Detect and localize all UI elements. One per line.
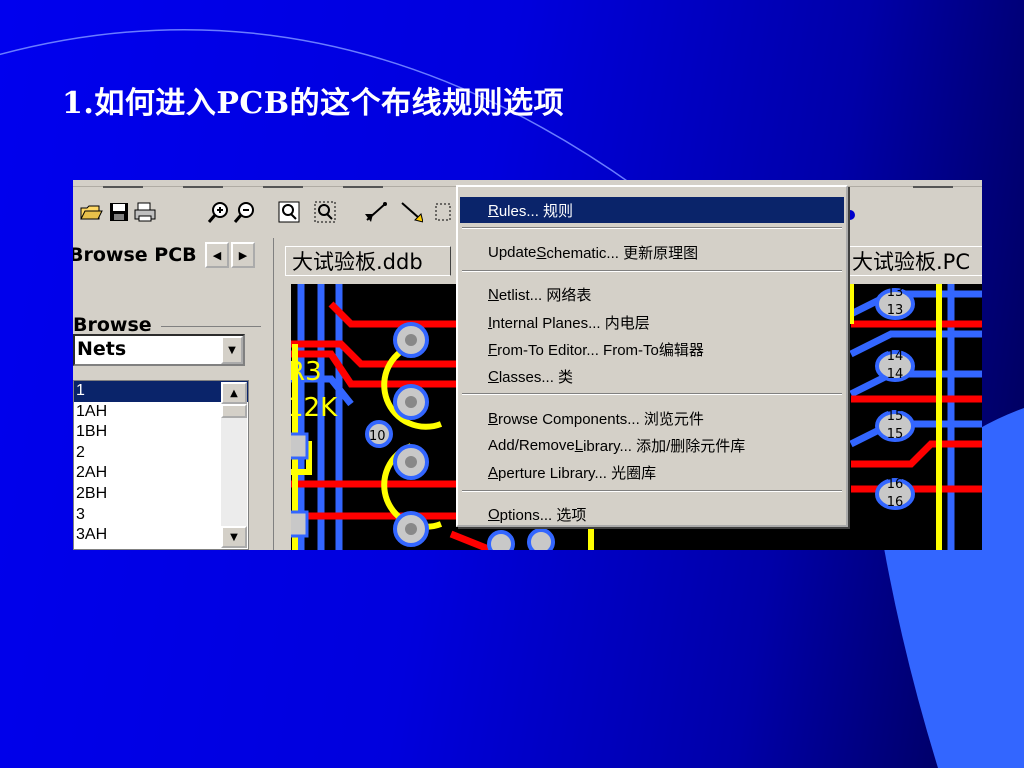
panel-prev-button[interactable]: ◀ — [205, 242, 229, 268]
scroll-up-icon[interactable]: ▲ — [221, 382, 247, 404]
browse-filter-select[interactable]: Nets ▼ — [73, 334, 245, 366]
pad-label-11: 11 — [616, 537, 633, 550]
slide-title: 1.如何进入PCB的这个布线规则选项 — [62, 86, 565, 121]
save-icon[interactable] — [107, 200, 131, 224]
menu-item-from-to-editor[interactable]: From-To Editor... From-To编辑器 — [460, 336, 844, 362]
browse-panel: Browse PCB ◀ ▶ Browse Nets ▼ 1 1AH 1BH 2 2AH… — [73, 238, 274, 550]
zoom-in-icon[interactable] — [207, 200, 231, 224]
wire-tool-icon[interactable] — [363, 200, 387, 224]
print-icon[interactable] — [133, 200, 157, 224]
panel-next-button[interactable]: ▶ — [231, 242, 255, 268]
pin-label: 14 — [887, 367, 904, 382]
menu-separator — [462, 227, 842, 229]
tab-ddb[interactable]: 大试验板.ddb — [285, 246, 451, 276]
scroll-thumb[interactable] — [221, 404, 247, 418]
chevron-down-icon[interactable]: ▼ — [221, 336, 243, 364]
open-folder-icon[interactable] — [79, 200, 103, 224]
pcb-value-label: 12K — [291, 393, 338, 423]
tab-pcb[interactable]: 大试验板.PC — [845, 246, 982, 276]
menu-item-update-schematic[interactable]: Update Schematic... 更新原理图 — [460, 239, 844, 265]
browse-group-label: Browse — [73, 314, 152, 336]
design-menu: Rules... 规则 Update Schematic... 更新原理图 Netl… — [456, 185, 848, 527]
pin-label: 16 — [887, 477, 904, 492]
browse-filter-value: Nets — [77, 338, 127, 360]
route-tool-icon[interactable] — [399, 200, 423, 224]
menu-separator — [462, 393, 842, 395]
pad-label-10: 10 — [369, 429, 386, 444]
menu-item-netlist[interactable]: Netlist... 网络表 — [460, 281, 844, 307]
pin-label: 14 — [887, 349, 904, 364]
pin-label: 16 — [887, 495, 904, 510]
pin-label: 13 — [887, 285, 904, 300]
pin-label: 15 — [887, 409, 904, 424]
menu-item-options[interactable]: Options... 选项 — [460, 501, 844, 527]
pcb-ref-label: R3 — [291, 357, 322, 387]
menu-item-add-remove-library[interactable]: Add/Remove Library... 添加/删除元件库 — [460, 432, 844, 458]
menu-item-aperture-library[interactable]: Aperture Library... 光圈库 — [460, 459, 844, 485]
pin-label: 13 — [887, 303, 904, 318]
zoom-out-icon[interactable] — [233, 200, 257, 224]
menu-separator — [462, 490, 842, 492]
pin-label: 15 — [887, 427, 904, 442]
menu-item-classes[interactable]: Classes... 类 — [460, 363, 844, 389]
browse-panel-title: Browse PCB — [73, 244, 197, 266]
group-divider — [161, 326, 261, 327]
menu-item-rules[interactable]: Rules... 规则 — [460, 197, 844, 223]
select-icon[interactable] — [431, 200, 455, 224]
menu-separator — [462, 270, 842, 272]
protel-screenshot: Browse PCB ◀ ▶ Browse Nets ▼ 1 1AH 1BH 2 2AH… — [73, 180, 982, 550]
zoom-area-icon[interactable] — [313, 200, 337, 224]
menu-item-internal-planes[interactable]: Internal Planes... 内电层 — [460, 309, 844, 335]
scroll-down-icon[interactable]: ▼ — [221, 526, 247, 548]
zoom-fit-icon[interactable] — [277, 200, 301, 224]
net-list-scrollbar[interactable]: ▲ ▼ — [221, 382, 247, 548]
menu-item-browse-components[interactable]: Browse Components... 浏览元件 — [460, 405, 844, 431]
